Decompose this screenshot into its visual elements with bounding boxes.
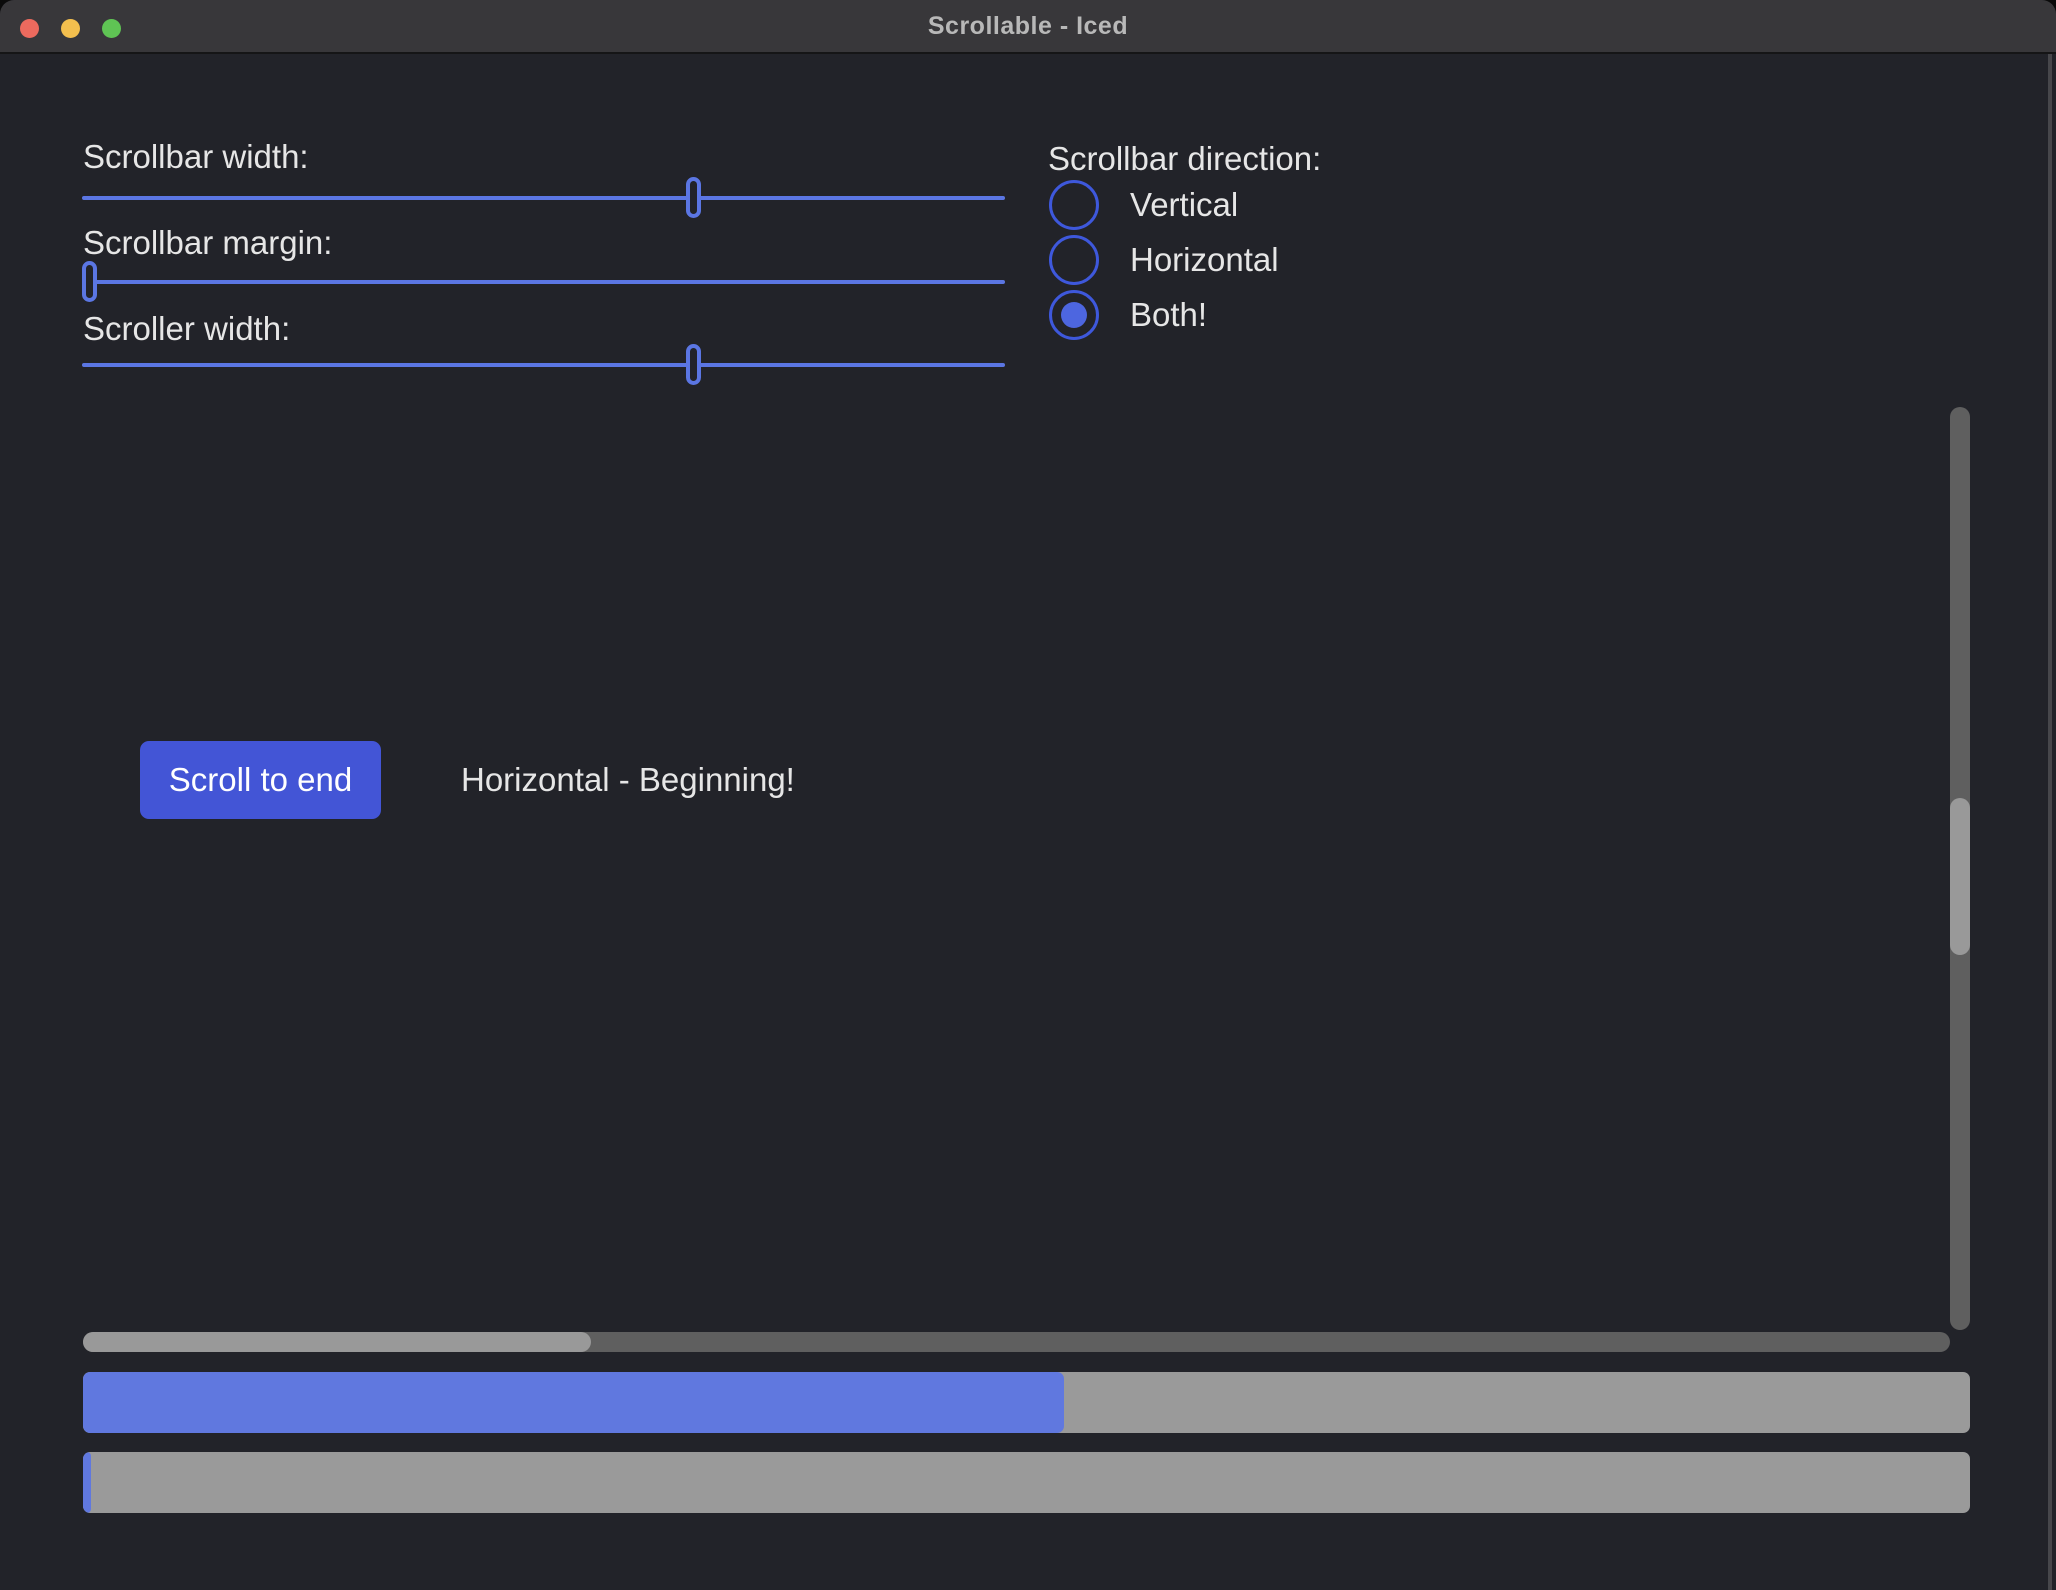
radio-circle-icon[interactable] <box>1049 290 1099 340</box>
vertical-scrollbar-thumb[interactable] <box>1950 798 1970 955</box>
radio-both[interactable]: Both! <box>1049 290 1207 340</box>
vertical-scrollbar-track[interactable] <box>1950 407 1970 1330</box>
scroll-progress-bar-y <box>83 1452 1970 1513</box>
radio-circle-icon[interactable] <box>1049 235 1099 285</box>
radio-circle-icon[interactable] <box>1049 180 1099 230</box>
slider-handle[interactable] <box>686 177 701 218</box>
screen: { "window": { "title": "Scrollable - Ice… <box>0 0 2056 1590</box>
slider-handle[interactable] <box>82 261 97 302</box>
slider-rail[interactable] <box>82 196 1005 200</box>
progress-fill <box>83 1372 1064 1433</box>
app-window: Scrollable - Iced Scrollbar width: Scrol… <box>0 0 2056 1590</box>
scroller-width-slider[interactable] <box>82 344 1005 386</box>
scroll-progress-bar-x <box>83 1372 1970 1433</box>
scroll-to-end-button[interactable]: Scroll to end <box>140 741 381 819</box>
scrollbar-width-label: Scrollbar width: <box>83 138 309 176</box>
titlebar: Scrollable - Iced <box>0 0 2056 54</box>
radio-label: Both! <box>1130 296 1207 334</box>
horizontal-scrollbar-thumb[interactable] <box>83 1332 591 1352</box>
window-title: Scrollable - Iced <box>0 0 2056 54</box>
slider-handle[interactable] <box>686 344 701 385</box>
radio-horizontal[interactable]: Horizontal <box>1049 235 1279 285</box>
radio-label: Vertical <box>1130 186 1238 224</box>
scrollbar-margin-label: Scrollbar margin: <box>83 224 332 262</box>
scroll-status-text: Horizontal - Beginning! <box>461 741 795 819</box>
horizontal-scrollbar-track[interactable] <box>83 1332 1950 1352</box>
radio-vertical[interactable]: Vertical <box>1049 180 1238 230</box>
scrollbar-width-slider[interactable] <box>82 177 1005 219</box>
radio-label: Horizontal <box>1130 241 1279 279</box>
window-right-edge <box>2048 54 2052 1590</box>
slider-rail[interactable] <box>82 280 1005 284</box>
scrollbar-direction-label: Scrollbar direction: <box>1048 140 1321 178</box>
scrollbar-margin-slider[interactable] <box>82 261 1005 303</box>
scroller-width-label: Scroller width: <box>83 310 290 348</box>
slider-rail[interactable] <box>82 363 1005 367</box>
progress-fill <box>83 1452 91 1513</box>
